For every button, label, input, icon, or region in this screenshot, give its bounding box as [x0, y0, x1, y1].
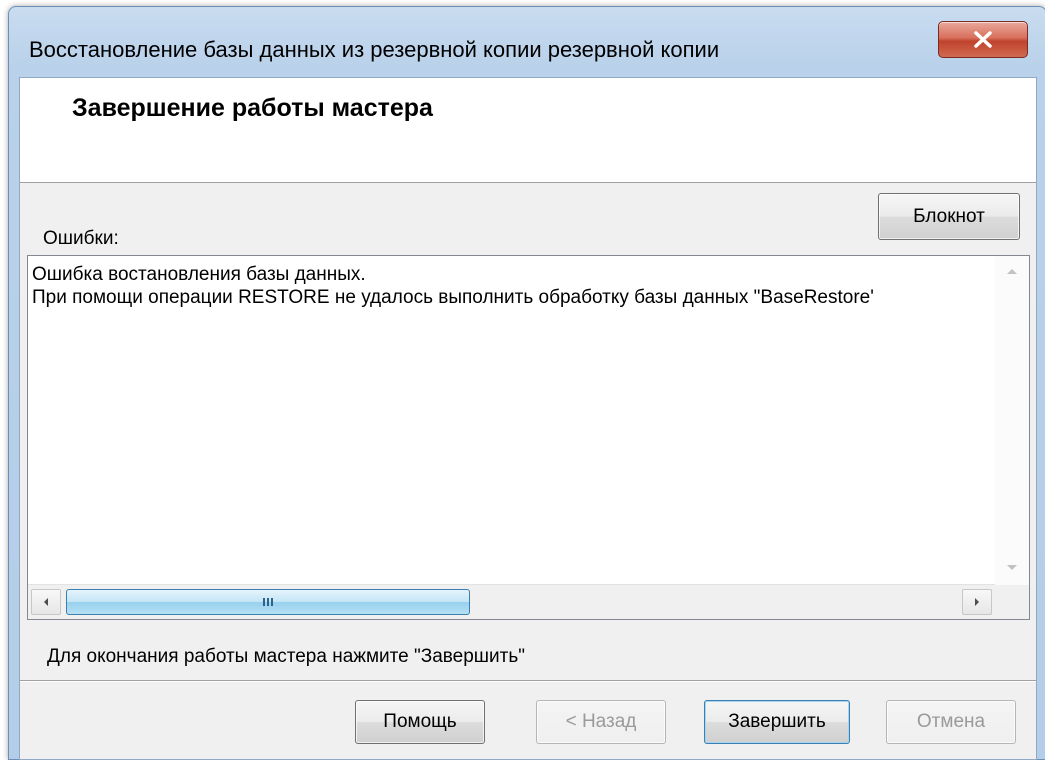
title-bar[interactable]: Восстановление базы данных из резервной … [9, 7, 1045, 77]
scroll-up-arrow-icon[interactable] [1005, 266, 1019, 276]
wizard-header: Завершение работы мастера [20, 78, 1036, 183]
scroll-left-button[interactable] [31, 589, 61, 615]
errors-textbox[interactable]: Ошибка востановления базы данных. При по… [27, 255, 1030, 620]
horizontal-scroll-thumb[interactable] [66, 589, 470, 615]
scroll-corner [995, 585, 1029, 619]
notepad-button[interactable]: Блокнот [878, 193, 1020, 240]
scroll-right-arrow-icon [975, 598, 979, 606]
scroll-grip-icon [263, 598, 273, 606]
finish-button[interactable]: Завершить [704, 700, 850, 744]
cancel-button[interactable]: Отмена [886, 700, 1016, 744]
help-button[interactable]: Помощь [355, 700, 485, 744]
page-title: Завершение работы мастера [72, 94, 433, 122]
scroll-right-button[interactable] [962, 589, 992, 615]
scroll-left-arrow-icon [44, 598, 48, 606]
dialog-client-area: Завершение работы мастера Ошибки: Блокно… [19, 77, 1037, 760]
close-button[interactable] [938, 21, 1028, 58]
errors-text: Ошибка востановления базы данных. При по… [32, 263, 993, 309]
window-title: Восстановление базы данных из резервной … [29, 37, 720, 62]
error-line: При помощи операции RESTORE не удалось в… [32, 287, 874, 308]
back-button[interactable]: < Назад [536, 700, 666, 744]
vertical-scrollbar[interactable] [995, 256, 1029, 585]
errors-label: Ошибки: [43, 228, 119, 249]
footer-divider [20, 680, 1036, 682]
error-line: Ошибка востановления базы данных. [32, 264, 366, 285]
close-icon [974, 31, 992, 48]
wizard-window: Восстановление базы данных из резервной … [8, 6, 1045, 760]
finish-hint: Для окончания работы мастера нажмите "За… [47, 646, 525, 667]
scroll-down-arrow-icon[interactable] [1005, 563, 1019, 573]
horizontal-scrollbar[interactable] [28, 584, 995, 619]
